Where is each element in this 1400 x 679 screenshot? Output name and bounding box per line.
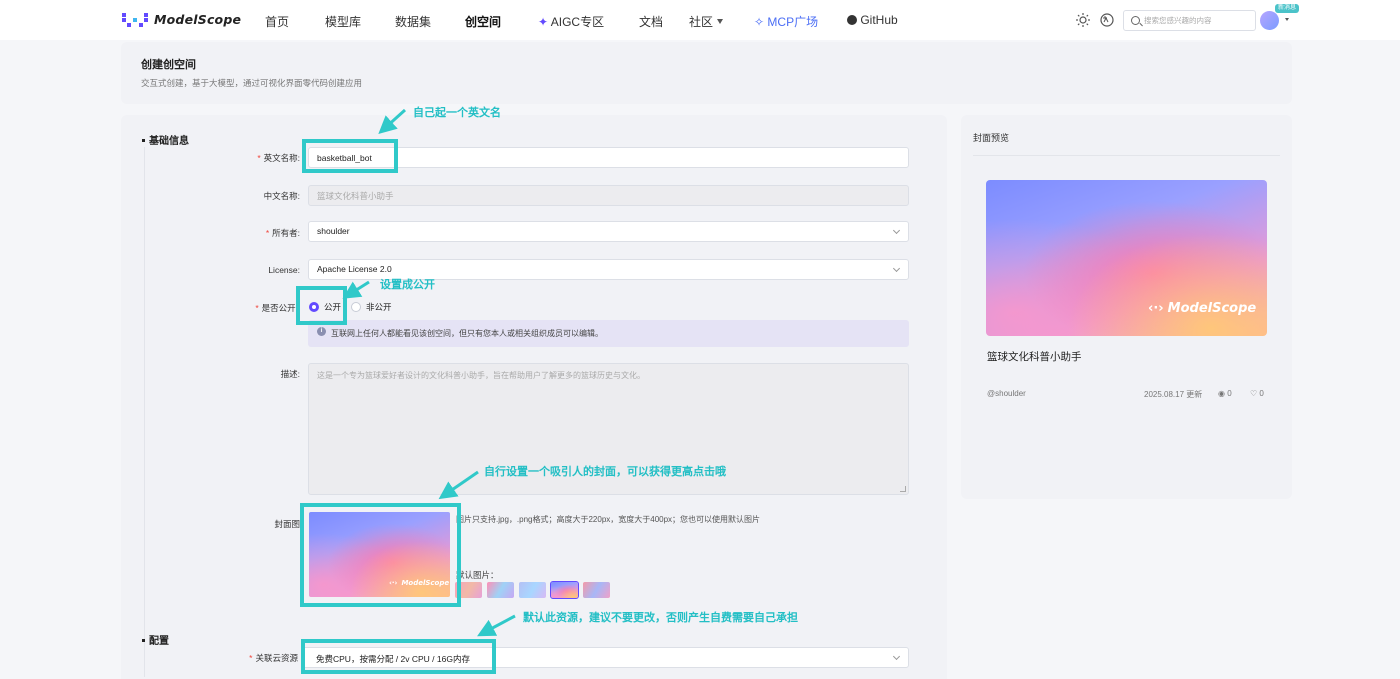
resource-label: * 关联云资源: [249, 653, 298, 663]
radio-unchecked-icon: [351, 302, 361, 312]
github-icon: [847, 15, 857, 25]
visibility-notice: i 互联网上任何人都能看见该创空间，但只有您本人或相关组织成员可以编辑。: [308, 320, 909, 347]
nav-mcp[interactable]: ✧ MCP广场: [754, 13, 818, 30]
default-cover-4[interactable]: [550, 581, 579, 599]
license-label: License:: [268, 265, 300, 275]
chevron-down-icon: [892, 652, 901, 661]
radio-private[interactable]: 非公开: [351, 301, 392, 313]
brand-logo[interactable]: ModelScope: [122, 12, 241, 27]
divider: [973, 155, 1280, 156]
search-input[interactable]: [1144, 13, 1252, 28]
nav-models[interactable]: 模型库: [325, 13, 361, 30]
owner-select[interactable]: shoulder: [308, 221, 909, 242]
preview-views: ◉ 0: [1218, 389, 1232, 398]
brand-name: ModelScope: [154, 12, 242, 27]
annotation-public: 设置成公开: [380, 279, 435, 291]
annotation-resource: 默认此资源，建议不要更改，否则产生自费需要自己承担: [523, 612, 798, 624]
heart-icon: ♡: [1250, 389, 1258, 398]
owner-label: * 所有者:: [265, 228, 300, 238]
section-guide-line: [144, 147, 145, 677]
page-title: 创建创空间: [141, 59, 196, 71]
sparkle-icon: ✦: [538, 15, 549, 29]
default-cover-5[interactable]: [583, 582, 610, 598]
nav-github[interactable]: GitHub: [847, 13, 898, 27]
resize-handle-icon[interactable]: [900, 486, 906, 492]
preview-watermark-logo: ‹·› ModelScope: [1148, 301, 1257, 316]
highlight-resource: [301, 639, 496, 674]
english-name-label: * 英文名称:: [257, 153, 300, 163]
visibility-label: * 是否公开:: [255, 303, 298, 313]
preview-cover-image: ‹·› ModelScope: [986, 180, 1267, 336]
avatar-chevron-down-icon[interactable]: [1285, 18, 1289, 21]
nav-home[interactable]: 首页: [265, 13, 289, 30]
preview-updated-date: 2025.08.17 更新: [1144, 390, 1203, 399]
chevron-down-icon: [892, 226, 901, 235]
highlight-english-name: [302, 139, 398, 173]
avatar[interactable]: [1260, 11, 1279, 30]
cover-preview-card: 封面预览 ‹·› ModelScope 篮球文化科普小助手 @shoulder 2…: [961, 115, 1292, 499]
new-message-badge: 新消息: [1275, 4, 1300, 13]
section-basic-info: 基础信息: [142, 132, 189, 147]
nav-studios[interactable]: 创空间: [465, 13, 501, 30]
description-label: 描述:: [280, 369, 300, 379]
annotation-cover: 自行设置一个吸引人的封面，可以获得更高点击哦: [484, 466, 726, 478]
modelscope-logo-icon: ‹·›: [1148, 301, 1164, 316]
preview-likes: ♡ 0: [1250, 389, 1264, 398]
nav-aigc[interactable]: ✦ AIGC专区: [538, 13, 604, 30]
annotation-english-name: 自己起一个英文名: [413, 107, 501, 119]
cover-hint: 图片只支持.jpg，.png格式；高度大于220px，宽度大于400px；您也可…: [456, 515, 761, 524]
default-images-label: 默认图片：: [456, 570, 499, 580]
chevron-down-icon: [892, 264, 901, 273]
mcp-icon: ✧: [754, 15, 765, 29]
page-header: 创建创空间 交互式创建，基于大模型，通过可视化界面零代码创建应用: [121, 42, 1292, 104]
nav-community[interactable]: 社区: [689, 13, 724, 30]
default-cover-2[interactable]: [487, 582, 514, 598]
highlight-cover: [300, 503, 461, 607]
section-config: 配置: [142, 632, 169, 647]
eye-icon: ◉: [1218, 389, 1225, 398]
search-icon: [1131, 16, 1140, 25]
preview-owner: @shoulder: [987, 389, 1026, 398]
info-icon: i: [317, 327, 326, 336]
english-name-input[interactable]: [308, 147, 909, 168]
chevron-down-icon: [717, 19, 724, 24]
chinese-name-input[interactable]: [308, 185, 909, 206]
global-search[interactable]: [1123, 10, 1256, 31]
page-subtitle: 交互式创建，基于大模型，通过可视化界面零代码创建应用: [141, 78, 363, 88]
top-navbar: ModelScope 首页 模型库 数据集 创空间 ✦ AIGC专区 文档 社区…: [0, 0, 1400, 40]
chinese-name-label: 中文名称:: [263, 191, 300, 201]
nav-docs[interactable]: 文档: [639, 13, 663, 30]
highlight-public: [296, 286, 347, 325]
language-icon[interactable]: [1098, 11, 1116, 29]
preview-title: 封面预览: [973, 133, 1010, 143]
cover-label: 封面图: [274, 519, 300, 529]
theme-sun-icon[interactable]: [1074, 11, 1092, 29]
preview-studio-name: 篮球文化科普小助手: [987, 351, 1082, 363]
default-cover-3[interactable]: [519, 582, 546, 598]
nav-datasets[interactable]: 数据集: [395, 13, 431, 30]
modelscope-logo-icon: [122, 12, 148, 27]
